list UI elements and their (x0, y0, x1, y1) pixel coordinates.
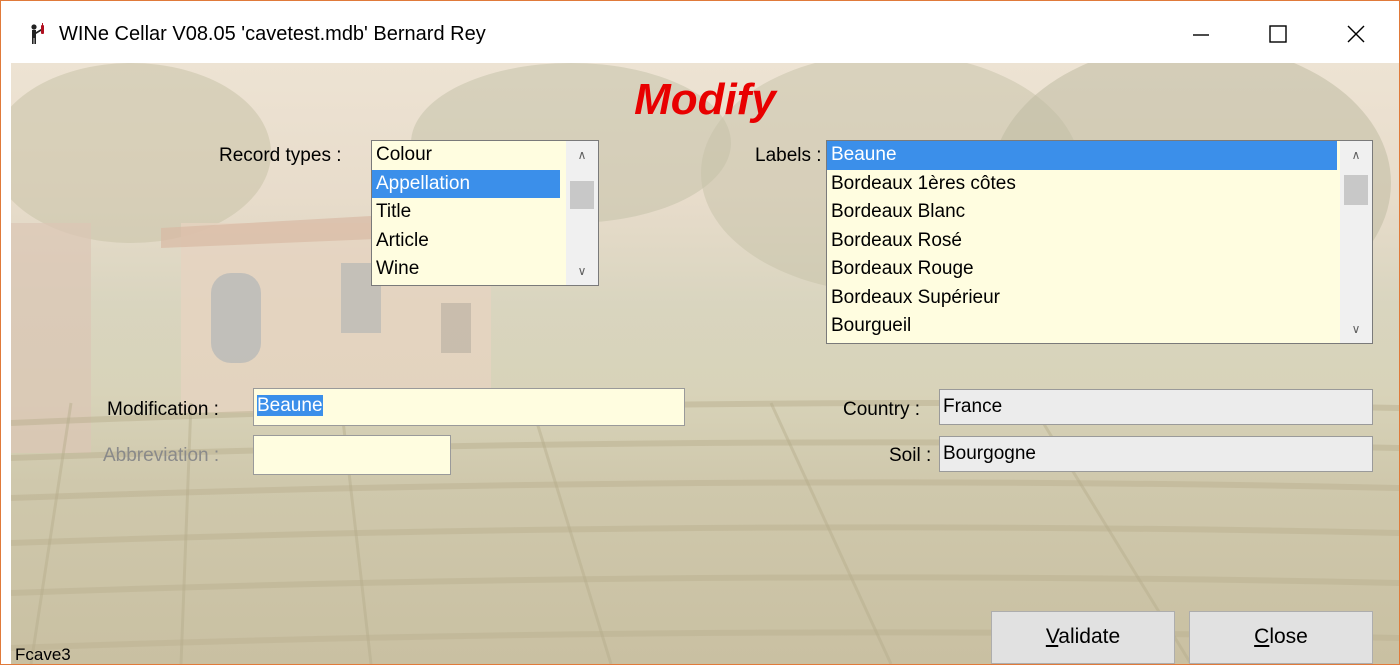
form-area: Modify Record types : Colour Appellation… (11, 63, 1399, 664)
validate-button[interactable]: Validate (991, 611, 1175, 664)
validate-label: alidate (1058, 625, 1121, 648)
record-type-item[interactable]: Article (372, 227, 560, 256)
form-heading: Modify (634, 75, 776, 124)
close-accelerator: C (1254, 625, 1270, 648)
scroll-thumb[interactable] (1344, 175, 1368, 205)
modification-label: Modification : (107, 399, 219, 420)
title-bar[interactable]: WINe Cellar V08.05 'cavetest.mdb' Bernar… (1, 1, 1399, 63)
minimize-button[interactable] (1171, 9, 1231, 59)
app-window: WINe Cellar V08.05 'cavetest.mdb' Bernar… (0, 0, 1400, 665)
abbreviation-label: Abbreviation : (103, 445, 220, 466)
label-item[interactable]: Bourgueil (827, 312, 1337, 341)
abbreviation-input[interactable] (253, 435, 451, 475)
labels-listbox[interactable]: Beaune Bordeaux 1ères côtes Bordeaux Bla… (826, 140, 1373, 344)
label-item[interactable]: Bordeaux Rouge (827, 255, 1337, 284)
maximize-icon (1269, 25, 1287, 43)
country-label: Country : (843, 399, 921, 420)
label-item[interactable]: Beaune (827, 141, 1337, 170)
record-types-label: Record types : (219, 145, 342, 166)
soil-value: Bourgogne (943, 443, 1036, 464)
modification-input[interactable]: Beaune (253, 388, 685, 426)
soil-label: Soil : (889, 445, 932, 466)
record-type-item[interactable]: Colour (372, 141, 560, 170)
close-label: lose (1269, 625, 1308, 648)
label-item[interactable]: Bordeaux 1ères côtes (827, 170, 1337, 199)
labels-label: Labels : (755, 145, 822, 166)
close-icon (1347, 25, 1365, 43)
validate-accelerator: V (1045, 625, 1059, 648)
record-types-scrollbar[interactable]: ∧ ∨ (566, 141, 598, 285)
scroll-up-icon[interactable]: ∧ (1340, 141, 1372, 169)
record-type-item[interactable]: Wine (372, 255, 560, 284)
maximize-button[interactable] (1248, 9, 1308, 59)
soil-field: Bourgogne (939, 436, 1373, 472)
country-value: France (943, 396, 1003, 417)
minimize-icon (1193, 34, 1209, 36)
scroll-down-icon[interactable]: ∨ (566, 257, 598, 285)
modification-value: Beaune (257, 395, 323, 416)
scroll-up-icon[interactable]: ∧ (566, 141, 598, 169)
close-button[interactable]: Close (1189, 611, 1373, 664)
record-type-item[interactable]: Appellation (372, 169, 560, 198)
label-item[interactable]: Bordeaux Blanc (827, 198, 1337, 227)
labels-scrollbar[interactable]: ∧ ∨ (1340, 141, 1372, 343)
record-type-item[interactable]: Title (372, 198, 560, 227)
wine-waiter-icon (31, 23, 44, 44)
window-title: WINe Cellar V08.05 'cavetest.mdb' Bernar… (59, 23, 486, 45)
country-field: France (939, 389, 1373, 425)
scroll-down-icon[interactable]: ∨ (1340, 315, 1372, 343)
label-item[interactable]: Bordeaux Supérieur (827, 284, 1337, 313)
label-item[interactable]: Bordeaux Rosé (827, 227, 1337, 256)
close-window-button[interactable] (1326, 9, 1386, 59)
record-types-listbox[interactable]: Colour Appellation Title Article Wine ∧ … (371, 140, 599, 286)
form-code: Fcave3 (15, 645, 71, 664)
scroll-thumb[interactable] (570, 181, 594, 209)
